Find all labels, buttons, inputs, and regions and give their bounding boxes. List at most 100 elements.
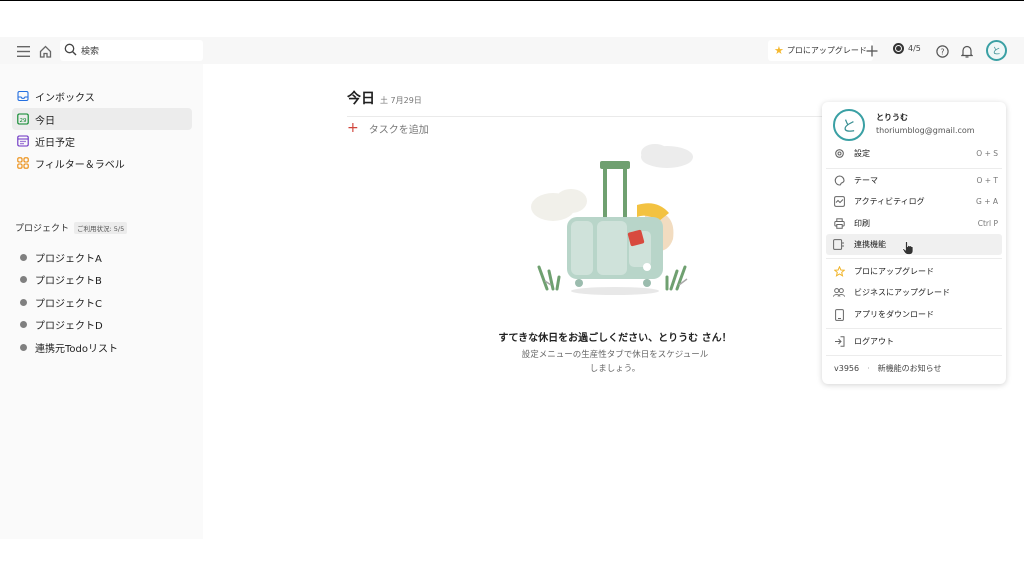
plus-icon: + [347, 120, 359, 136]
sidebar-project-linked-todo[interactable]: 連携元Todoリスト [12, 336, 118, 358]
project-label: プロジェクトB [35, 275, 102, 287]
sidebar-project-d[interactable]: プロジェクトD [12, 313, 103, 335]
filters-labels-icon [17, 157, 29, 169]
menu-item-download-app[interactable]: アプリをダウンロード [826, 304, 1002, 325]
project-color-dot [20, 298, 27, 306]
project-color-dot [20, 320, 27, 328]
today-day-number: 29 [20, 118, 27, 124]
app-version: v3956 [834, 364, 860, 373]
avatar-letter: と [991, 47, 1001, 57]
user-avatar-button[interactable]: と [986, 40, 1007, 61]
menu-item-shortcut: Ctrl P [977, 219, 998, 228]
project-color-dot [20, 343, 27, 351]
activity-icon [833, 196, 845, 208]
help-icon[interactable]: ? [932, 41, 952, 61]
menu-item-label: ログアウト [854, 337, 894, 346]
suitcase-illustration [531, 144, 693, 295]
menu-item-label: テーマ [854, 176, 878, 185]
sidebar-item-label: 近日予定 [35, 137, 75, 149]
menu-item-label: プロにアップグレード [854, 267, 934, 276]
whats-new-link[interactable]: 新機能のお知らせ [878, 363, 942, 374]
menu-item-label: 印刷 [854, 219, 870, 228]
team-icon [833, 287, 845, 299]
menu-divider [826, 168, 1002, 169]
menu-item-upgrade-pro[interactable]: プロにアップグレード [826, 261, 1002, 282]
upgrade-pro-label: プロにアップグレード [786, 46, 867, 55]
upgrade-pro-button[interactable]: ★ プロにアップグレード [768, 40, 873, 61]
printer-icon [833, 218, 845, 230]
menu-item-settings[interactable]: 設定 O + S [826, 143, 1002, 164]
menu-divider [826, 328, 1002, 329]
search-icon [64, 41, 77, 60]
home-icon[interactable] [35, 41, 55, 61]
menu-item-label: アプリをダウンロード [854, 310, 934, 319]
svg-text:?: ? [940, 47, 944, 56]
inbox-icon [17, 90, 29, 102]
menu-item-logout[interactable]: ログアウト [826, 331, 1002, 352]
projects-heading-label: プロジェクト [15, 224, 70, 234]
download-app-icon [833, 308, 845, 321]
page-title: 今日 土 7月29日 [347, 88, 422, 108]
star-icon: ★ [774, 44, 784, 57]
search-input[interactable]: 検索 [60, 40, 203, 61]
productivity-icon [893, 43, 904, 54]
menu-divider [826, 355, 1002, 356]
project-label: プロジェクトD [35, 320, 103, 332]
project-label: プロジェクトA [35, 253, 102, 265]
menu-item-label: ビジネスにアップグレード [854, 288, 950, 297]
sidebar-item-label: 今日 [35, 115, 55, 127]
menu-item-activity-log[interactable]: アクティビティログ G + A [826, 191, 1002, 212]
user-menu: と とりうむ thoriumblog@gmail.com 設定 O + S テー… [822, 102, 1006, 384]
bell-icon[interactable] [957, 41, 977, 61]
add-task-button[interactable]: + タスクを追加 [347, 120, 429, 136]
integrations-icon [833, 239, 845, 251]
top-bar: 検索 ★ プロにアップグレード 4/5 ? と [0, 37, 1024, 64]
projects-usage-badge: ご利用状況: 5/5 [74, 221, 128, 234]
page-title-text: 今日 [347, 91, 375, 107]
app-window: 検索 ★ プロにアップグレード 4/5 ? と インボックス 29 今日 近日予… [0, 37, 1024, 539]
sidebar-item-filters-labels[interactable]: フィルター＆ラベル [12, 152, 192, 174]
menu-item-upgrade-business[interactable]: ビジネスにアップグレード [826, 282, 1002, 303]
project-color-dot [20, 275, 27, 283]
gear-icon [833, 148, 845, 160]
sidebar-project-b[interactable]: プロジェクトB [12, 268, 102, 290]
empty-state-description: 設定メニューの生産性タブで休日をスケジュールしましょう。 [521, 350, 709, 374]
menu-item-theme[interactable]: テーマ O + T [826, 170, 1002, 191]
project-label: プロジェクトC [35, 298, 102, 310]
user-email: thoriumblog@gmail.com [876, 126, 975, 135]
sidebar-item-label: インボックス [35, 92, 95, 104]
productivity-button[interactable]: 4/5 [893, 43, 921, 54]
empty-state-title: すてきな休日をお過ごしください、とりうむ さん！ [498, 333, 732, 344]
sidebar-item-inbox[interactable]: インボックス [12, 85, 192, 107]
sidebar-item-upcoming[interactable]: 近日予定 [12, 130, 192, 152]
project-color-dot [20, 253, 27, 261]
menu-item-shortcut: O + S [976, 149, 998, 158]
sidebar-project-c[interactable]: プロジェクトC [12, 291, 102, 313]
title-divider [347, 116, 827, 117]
sidebar-project-a[interactable]: プロジェクトA [12, 246, 102, 268]
hand-cursor-icon [902, 241, 914, 255]
add-task-icon[interactable] [862, 41, 882, 61]
menu-footer: v3956 · 新機能のお知らせ [834, 363, 941, 374]
menu-item-integrations[interactable]: 連携機能 [826, 234, 1002, 255]
menu-item-shortcut: G + A [976, 197, 998, 206]
page-date: 土 7月29日 [380, 96, 422, 105]
window-top-border [0, 0, 1024, 1]
projects-heading[interactable]: プロジェクト ご利用状況: 5/5 [15, 221, 128, 234]
project-label: 連携元Todoリスト [35, 343, 118, 355]
productivity-count: 4/5 [908, 44, 921, 53]
calendar-today-icon: 29 [17, 113, 29, 125]
menu-item-print[interactable]: 印刷 Ctrl P [826, 213, 1002, 234]
sidebar-item-label: フィルター＆ラベル [35, 159, 125, 171]
footer-separator: · [867, 364, 870, 373]
logout-icon [833, 336, 845, 348]
sidebar: インボックス 29 今日 近日予定 フィルター＆ラベル プロジェクト ご利用状況… [0, 64, 203, 539]
user-name[interactable]: とりうむ [876, 112, 908, 123]
sidebar-item-today[interactable]: 29 今日 [12, 108, 192, 130]
menu-toggle-icon[interactable] [13, 41, 33, 61]
star-icon [833, 266, 845, 278]
palette-icon [833, 175, 845, 187]
menu-avatar[interactable]: と [833, 109, 865, 141]
menu-item-label: 連携機能 [854, 240, 886, 249]
search-label: 検索 [81, 47, 100, 57]
